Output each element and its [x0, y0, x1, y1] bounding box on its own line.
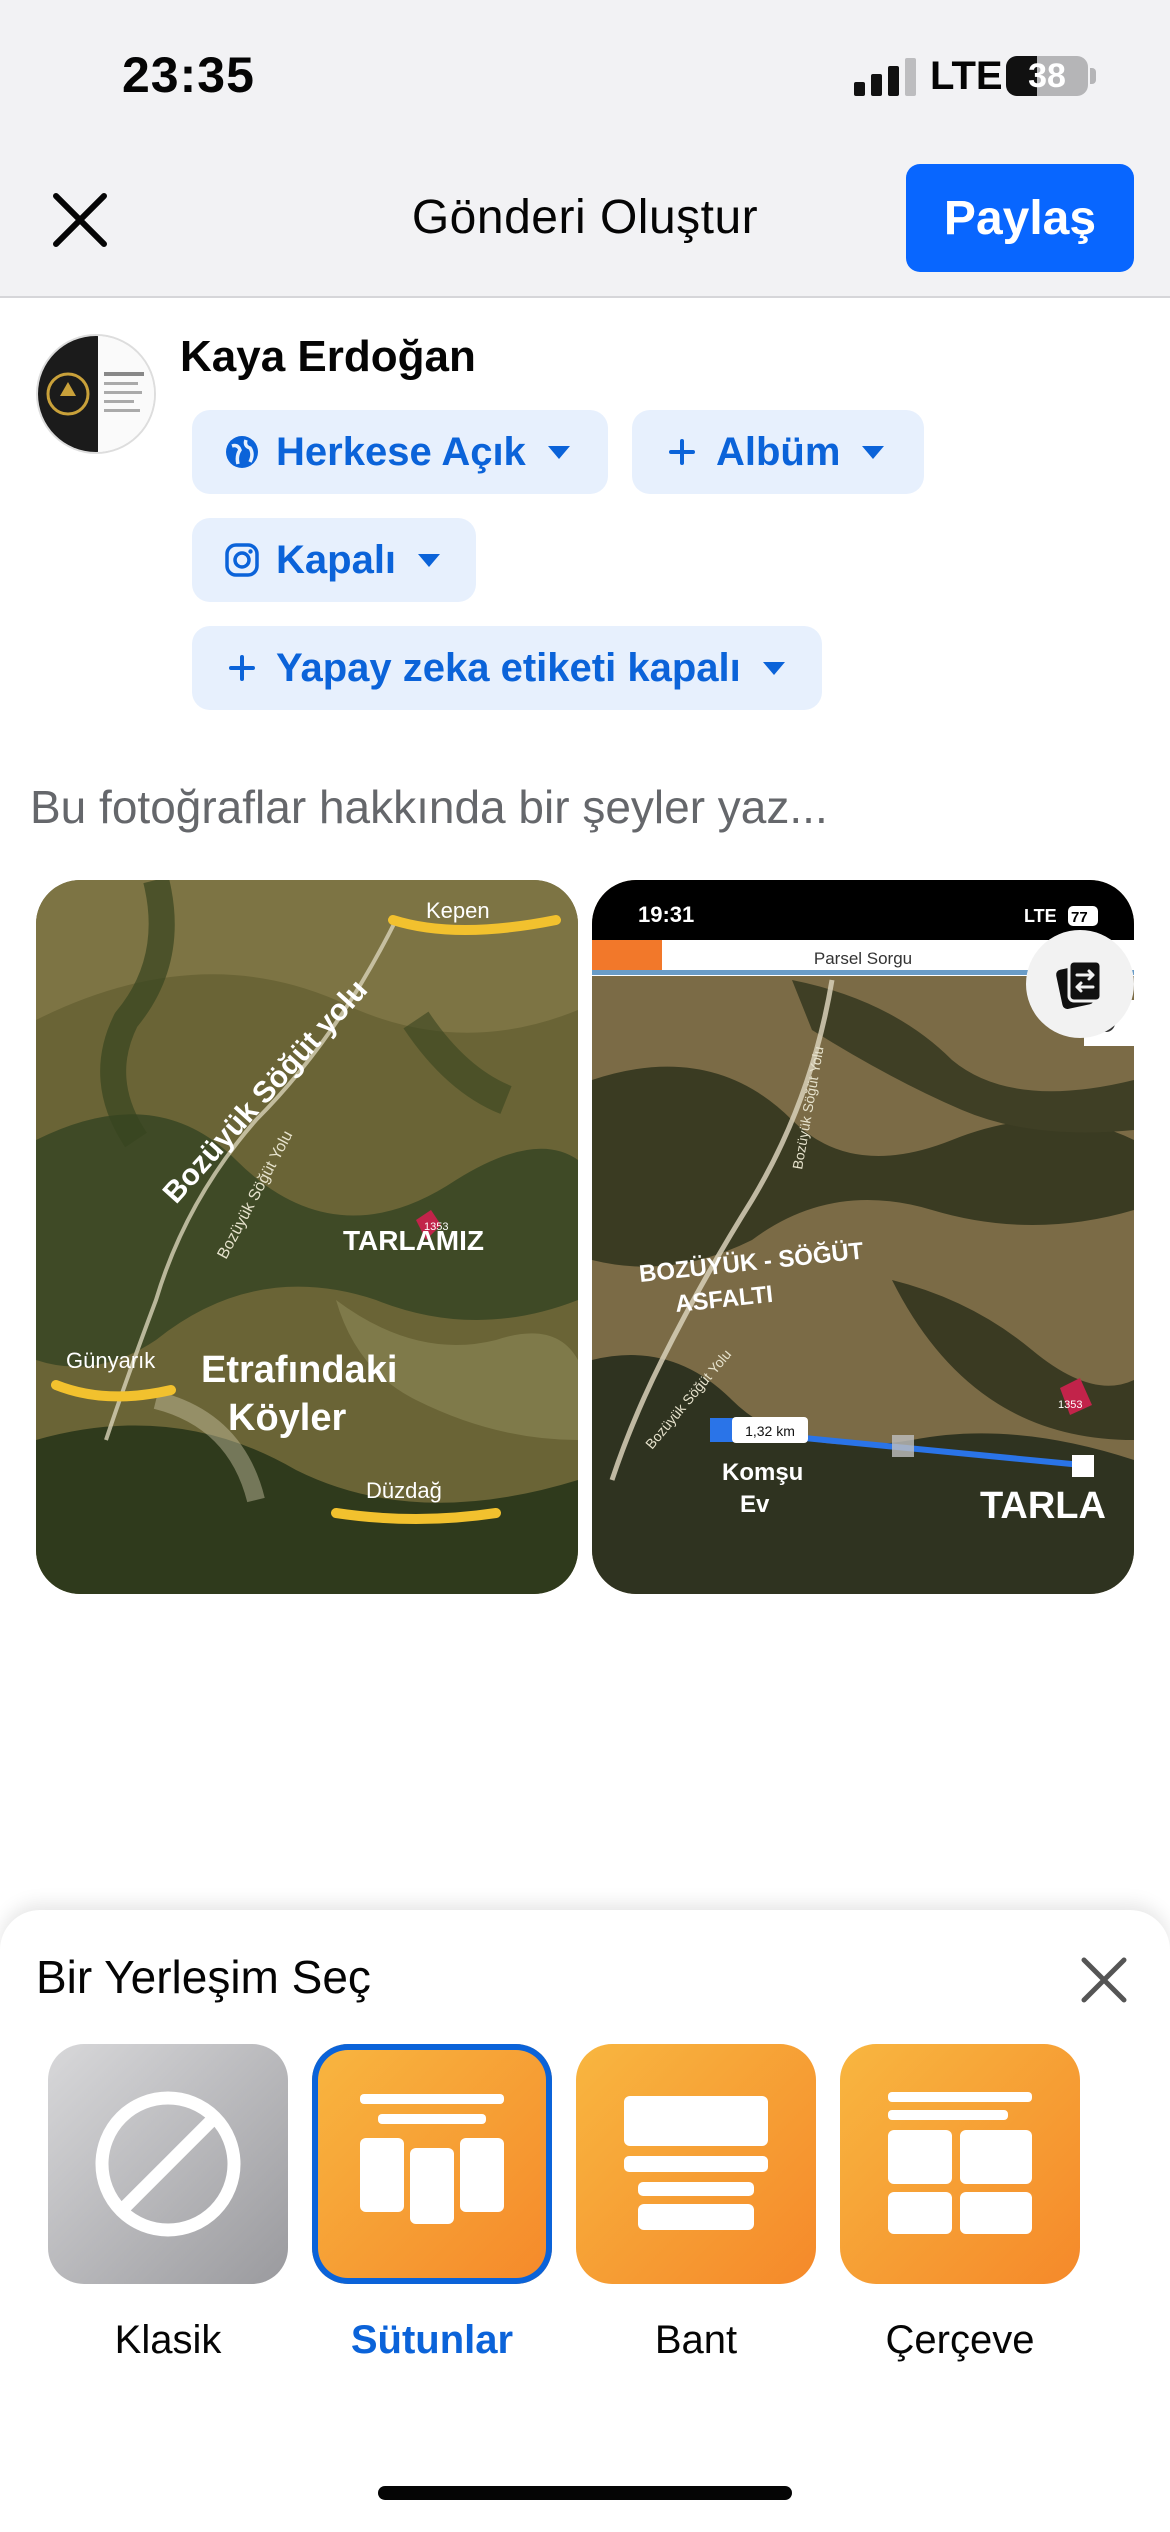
layout-option-label: Çerçeve — [885, 2318, 1035, 2362]
chevron-down-icon — [762, 661, 785, 675]
inner-distance: 1,32 km — [745, 1423, 795, 1439]
layout-option-label: Bant — [654, 2318, 738, 2362]
villages-label-line-1: Etrafındaki — [201, 1349, 397, 1391]
status-time: 23:35 — [122, 47, 255, 103]
layout-option-columns[interactable] — [312, 2044, 552, 2284]
chevron-down-icon — [547, 445, 570, 459]
user-name: Kaya Erdoğan — [180, 332, 476, 381]
village-label-3: Düzdağ — [366, 1478, 442, 1503]
top-bar: 23:35 LTE 38 Gönderi Oluştur Paylaş — [0, 0, 1170, 298]
swap-photos-button[interactable] — [1026, 930, 1134, 1038]
field-label: TARLAMIZ — [343, 1225, 484, 1256]
chevron-down-icon — [418, 553, 441, 567]
columns-layout-icon — [360, 2094, 504, 2224]
neighbor-label-line-1: Komşu — [722, 1459, 803, 1486]
layout-option-label-selected: Sütunlar — [350, 2318, 514, 2362]
chevron-down-icon — [862, 445, 885, 459]
frame-layout-icon — [888, 2092, 1032, 2234]
ai-label-selector[interactable]: Yapay zeka etiketi kapalı — [192, 626, 822, 710]
layout-option-band[interactable] — [576, 2044, 816, 2284]
layout-sheet-title: Bir Yerleşim Seç — [36, 1951, 371, 2003]
svg-text:Günyarık: Günyarık — [66, 1348, 156, 1373]
network-type: LTE — [930, 54, 1003, 98]
inner-status-time: 19:31 — [638, 902, 694, 927]
album-label: Albüm — [716, 429, 841, 474]
post-text-input[interactable]: Bu fotoğraflar hakkında bir şeyler yaz..… — [30, 780, 828, 834]
privacy-selector[interactable]: Herkese Açık — [192, 410, 608, 494]
instagram-label: Kapalı — [276, 537, 397, 582]
neighbor-label-line-2: Ev — [740, 1491, 770, 1518]
signal-icon — [854, 58, 916, 96]
create-post-screen: 23:35 LTE 38 Gönderi Oluştur Paylaş Kaya… — [0, 0, 1170, 2532]
battery-level: 38 — [1028, 57, 1066, 95]
inner-app-title: Parsel Sorgu — [814, 949, 912, 968]
battery-tip — [1090, 68, 1096, 84]
layout-option-frame[interactable] — [840, 2044, 1080, 2284]
close-icon[interactable] — [1076, 1952, 1132, 2008]
layout-option-classic[interactable] — [48, 2044, 288, 2284]
village-label-1: Kepen — [426, 898, 490, 923]
share-button[interactable]: Paylaş — [906, 164, 1134, 272]
instagram-selector[interactable]: Kapalı — [192, 518, 476, 602]
plus-icon — [662, 432, 702, 472]
village-label-2: Günyarık — [66, 1348, 156, 1373]
svg-text:Kepen: Kepen — [426, 898, 490, 923]
band-layout-icon — [624, 2096, 768, 2230]
layout-option-label: Klasik — [114, 2318, 222, 2362]
photo-1[interactable]: Kepen Günyarık Düzdağ 1353 Bozüyük Söğüt… — [36, 880, 578, 1594]
swap-icon — [1056, 959, 1103, 1009]
plus-icon — [222, 648, 262, 688]
villages-label-line-2: Köyler — [228, 1397, 346, 1439]
home-indicator[interactable] — [378, 2486, 792, 2500]
svg-text:Düzdağ: Düzdağ — [366, 1478, 442, 1503]
instagram-icon — [222, 540, 262, 580]
battery-icon: 38 — [1006, 56, 1088, 96]
inner-parcel-code: 1353 — [1058, 1399, 1082, 1411]
album-selector[interactable]: Albüm — [632, 410, 924, 494]
avatar[interactable] — [36, 334, 156, 454]
inner-network: LTE — [1024, 906, 1057, 926]
privacy-label: Herkese Açık — [276, 429, 526, 474]
ai-label: Yapay zeka etiketi kapalı — [276, 645, 741, 690]
no-layout-icon — [95, 2091, 241, 2237]
inner-field-label: TARLA — [980, 1485, 1106, 1527]
globe-icon — [222, 432, 262, 472]
inner-battery: 77 — [1071, 909, 1088, 926]
